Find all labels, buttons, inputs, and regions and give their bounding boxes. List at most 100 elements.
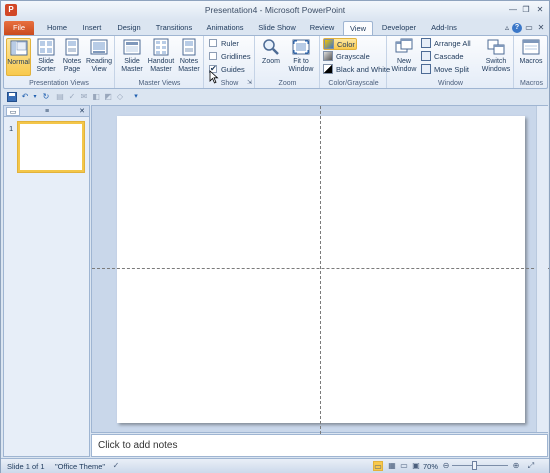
tab-transitions[interactable]: Transitions (149, 21, 199, 35)
fit-slide-icon[interactable]: ⤢ (526, 461, 536, 471)
customize-qat-icon[interactable]: ▾ (131, 92, 141, 102)
restore-button[interactable]: ❐ (519, 4, 533, 16)
quick-print-icon[interactable]: ◧ (91, 92, 101, 102)
zoom-slider-thumb[interactable] (472, 461, 477, 470)
arrange-all-label: Arrange All (434, 39, 471, 48)
print-icon[interactable]: ▤ (55, 92, 65, 102)
notes-master-button[interactable]: Notes Master (176, 38, 202, 74)
fit-to-window-label: Fit to Window (288, 58, 314, 73)
new-window-icon (395, 38, 413, 53)
color-button[interactable]: Color (323, 38, 357, 50)
save-icon[interactable] (7, 92, 17, 102)
tab-insert[interactable]: Insert (75, 21, 109, 35)
undo-icon[interactable]: ↶ (20, 92, 30, 102)
close-doc-icon[interactable]: ✕ (534, 22, 548, 34)
status-bar: Slide 1 of 1 "Office Theme" ✓ ▭ ▦ ▭ ▣ 70… (1, 458, 549, 473)
minimize-button[interactable]: — (506, 4, 520, 16)
switch-windows-icon (487, 39, 505, 55)
tab-design[interactable]: Design (111, 21, 147, 35)
cascade-icon (421, 51, 431, 62)
notes-page-label: Notes Page (62, 58, 82, 73)
slide-count: Slide 1 of 1 (7, 462, 45, 471)
window-title: Presentation4 - Microsoft PowerPoint (204, 5, 346, 15)
tab-add-ins[interactable]: Add-Ins (425, 21, 463, 35)
cascade-label: Cascade (434, 52, 464, 61)
close-button[interactable]: ✕ (533, 4, 547, 16)
slide-editing-area[interactable] (91, 105, 549, 434)
horizontal-guide[interactable] (92, 268, 549, 269)
slide-thumbnail[interactable] (18, 122, 84, 172)
normal-view-icon (10, 40, 27, 56)
slide-sorter-status-icon[interactable]: ▦ (387, 461, 397, 471)
show-dialog-launcher-icon[interactable]: ⇲ (247, 79, 252, 86)
notes-page-icon (65, 38, 79, 56)
slide-canvas[interactable] (117, 116, 525, 423)
color-grayscale-label: Color/Grayscale (328, 80, 379, 87)
fit-to-window-button[interactable]: Fit to Window (285, 38, 317, 74)
slide-sorter-button[interactable]: Slide Sorter (33, 38, 59, 74)
grayscale-button[interactable]: Grayscale (323, 51, 370, 63)
normal-view-button[interactable]: Normal (6, 38, 31, 76)
tab-developer[interactable]: Developer (377, 21, 421, 35)
move-split-button[interactable]: Move Split (421, 64, 469, 76)
tab-review[interactable]: Review (304, 21, 340, 35)
notes-pane[interactable]: Click to add notes (91, 434, 548, 457)
powerpoint-window: P Presentation4 - Microsoft PowerPoint —… (0, 0, 550, 473)
macros-label: Macros (519, 58, 543, 65)
handout-master-button[interactable]: Handout Master (147, 38, 175, 74)
spell-check-icon[interactable]: ✓ (111, 461, 121, 471)
slide-master-icon (123, 39, 141, 55)
slides-pane: ▭ ≡ ✕ 1 (3, 105, 90, 457)
notes-placeholder: Click to add notes (98, 440, 178, 451)
color-label: Color (337, 40, 355, 49)
cascade-button[interactable]: Cascade (421, 51, 464, 63)
normal-view-status-icon[interactable]: ▭ (373, 461, 383, 471)
vertical-scrollbar[interactable] (536, 106, 548, 432)
group-zoom: Zoom Fit to Window Zoom (256, 36, 320, 88)
undo-dropdown-icon[interactable]: ▾ (30, 92, 40, 102)
master-views-label: Master Views (138, 80, 181, 87)
handout-master-label: Handout Master (147, 58, 175, 73)
zoom-level[interactable]: 70% (423, 462, 438, 471)
black-and-white-button[interactable]: Black and White (323, 64, 390, 76)
zoom-button[interactable]: Zoom (259, 38, 283, 66)
gridlines-check-icon (209, 52, 217, 61)
reading-view-button[interactable]: Reading View (85, 38, 113, 74)
group-macros: Macros Macros (515, 36, 548, 88)
help-icon[interactable]: ? (512, 23, 522, 33)
arrange-all-button[interactable]: Arrange All (421, 38, 471, 50)
preview-icon[interactable]: ◩ (103, 92, 113, 102)
spelling-icon[interactable]: ✓ (67, 92, 77, 102)
slide-number: 1 (9, 124, 14, 133)
vertical-guide[interactable] (320, 106, 321, 434)
tab-view[interactable]: View (343, 21, 373, 35)
gridlines-checkbox[interactable]: Gridlines (209, 51, 251, 62)
tag-icon[interactable]: ◇ (115, 92, 125, 102)
macros-button[interactable]: Macros (517, 38, 545, 66)
black-and-white-label: Black and White (336, 65, 391, 74)
tab-animations[interactable]: Animations (201, 21, 249, 35)
tab-home[interactable]: Home (40, 21, 74, 35)
close-pane-icon[interactable]: ✕ (75, 107, 89, 116)
outline-tab-icon[interactable]: ≡ (40, 107, 54, 116)
notes-page-button[interactable]: Notes Page (60, 38, 84, 74)
arrange-all-icon (421, 38, 431, 49)
reading-view-status-icon[interactable]: ▭ (399, 461, 409, 471)
slides-tab-icon[interactable]: ▭ (6, 107, 20, 116)
zoom-slider[interactable] (452, 465, 508, 466)
redo-icon[interactable]: ↻ (41, 92, 51, 102)
ribbon-tabs: File Home Insert Design Transitions Anim… (1, 20, 549, 35)
email-icon[interactable]: ✉ (79, 92, 89, 102)
zoom-in-icon[interactable]: ⊕ (511, 461, 521, 471)
slide-show-status-icon[interactable]: ▣ (411, 461, 421, 471)
quick-access-toolbar: ↶ ▾ ↻ ▤ ✓ ✉ ◧ ◩ ◇ ▾ (3, 90, 548, 104)
switch-windows-button[interactable]: Switch Windows (479, 38, 513, 74)
tab-slide-show[interactable]: Slide Show (253, 21, 301, 35)
slide-master-button[interactable]: Slide Master (119, 38, 145, 74)
new-window-button[interactable]: New Window (390, 38, 418, 74)
normal-view-label: Normal (7, 59, 30, 66)
tab-file[interactable]: File (4, 21, 34, 35)
zoom-out-icon[interactable]: ⊖ (441, 461, 451, 471)
ruler-checkbox[interactable]: Ruler (209, 38, 239, 49)
gridlines-label: Gridlines (221, 52, 251, 61)
